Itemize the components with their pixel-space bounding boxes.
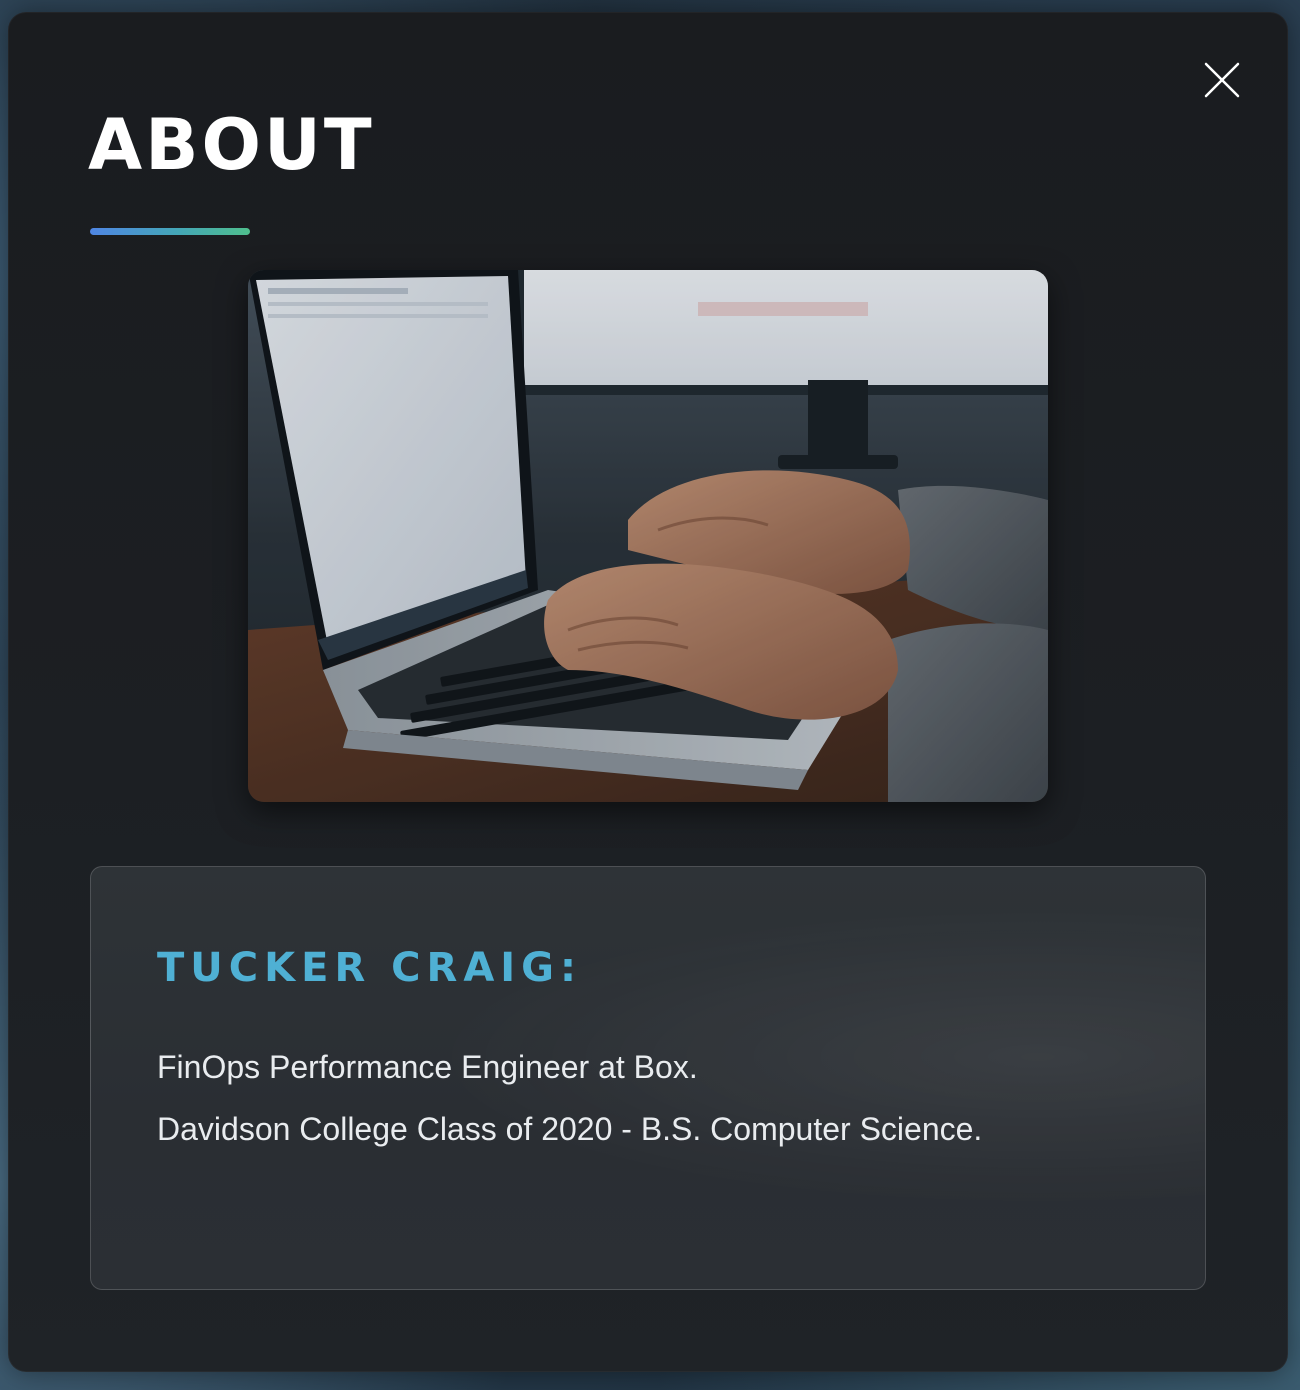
hero-image: [248, 270, 1048, 802]
page-title: ABOUT: [88, 104, 375, 186]
profile-card: TUCKER CRAIG: FinOps Performance Enginee…: [90, 866, 1206, 1290]
title-underline: [90, 228, 250, 235]
profile-name: TUCKER CRAIG:: [157, 945, 582, 991]
profile-job: FinOps Performance Engineer at Box.: [157, 1049, 698, 1085]
about-modal: ABOUT TUCKER CRAIG: FinOps Performance E…: [8, 12, 1288, 1372]
close-button[interactable]: [1200, 58, 1244, 102]
profile-education: Davidson College Class of 2020 - B.S. Co…: [157, 1111, 983, 1147]
close-icon: [1204, 62, 1240, 98]
